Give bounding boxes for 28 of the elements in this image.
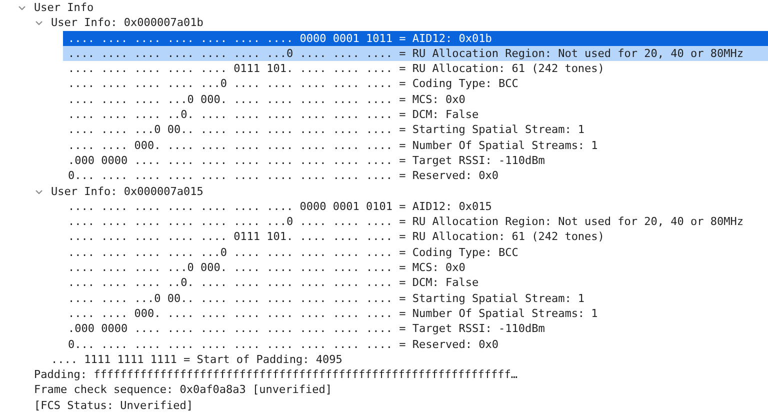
tree-item[interactable]: .... .... .... .... .... .... .... 0000 0001 0101 = AID12: 0x015 bbox=[63, 198, 768, 214]
tree-item[interactable]: .... .... 000. .... .... .... .... .... .... .... = Number Of Spatial Streams: 1 bbox=[63, 306, 768, 322]
tree-item[interactable]: .... .... .... ...0 000. .... .... .... .... .... = MCS: 0x0 bbox=[63, 92, 768, 108]
tree-item[interactable]: .000 0000 .... .... .... .... .... .... .... .... = Target RSSI: -110dBm bbox=[63, 321, 768, 337]
tree-item[interactable]: 0... .... .... .... .... .... .... .... .... .... = Reserved: 0x0 bbox=[63, 168, 768, 184]
tree-item[interactable]: .... .... .... .... .... .... ...0 .... .... .... = RU Allocation Region: Not used for 20, 40 or 80MHz bbox=[63, 46, 768, 62]
tree-item[interactable]: .... .... .... ..0. .... .... .... .... .... .... = DCM: False bbox=[63, 275, 768, 291]
tree-item[interactable]: .... .... .... .... .... 0111 101. .... .... .... = RU Allocation: 61 (242 tones) bbox=[63, 61, 768, 76]
tree-item[interactable]: .... .... .... .... ...0 .... .... .... .... .... = Coding Type: BCC bbox=[63, 244, 768, 260]
tree-item[interactable]: .... .... 000. .... .... .... .... .... .... .... = Number Of Spatial Streams: 1 bbox=[63, 138, 768, 153]
tree-item[interactable]: .... .... .... ...0 000. .... .... .... .... .... = MCS: 0x0 bbox=[63, 260, 768, 276]
tree-item[interactable]: .... .... ...0 00.. .... .... .... .... .... .... = Starting Spatial Stream: 1 bbox=[63, 122, 768, 138]
tree-item[interactable]: .... 1111 1111 1111 = Start of Padding: 4095 bbox=[46, 352, 768, 368]
tree-item[interactable]: .... .... .... .... .... 0111 101. .... .... .... = RU Allocation: 61 (242 tones) bbox=[63, 229, 768, 245]
tree-item[interactable]: .... .... .... ..0. .... .... .... .... .... .... = DCM: False bbox=[63, 107, 768, 122]
tree-item[interactable]: Padding: fffffffffffffffffffffffffffffffffffffffffffffffffffffffffffffff… bbox=[29, 367, 768, 382]
tree-item[interactable]: .... .... .... .... .... .... .... 0000 0001 1011 = AID12: 0x01b bbox=[63, 30, 768, 46]
tree-item[interactable]: [FCS Status: Unverified] bbox=[29, 398, 768, 413]
tree-item[interactable]: User Info bbox=[29, 0, 768, 16]
tree-item[interactable]: .... .... .... .... ...0 .... .... .... .... .... = Coding Type: BCC bbox=[63, 76, 768, 92]
tree-item[interactable]: .... .... .... .... .... .... ...0 .... .... .... = RU Allocation Region: Not used for 20, 40 or 80MHz bbox=[63, 214, 768, 230]
chevron-down-icon[interactable] bbox=[17, 3, 27, 13]
tree-item[interactable]: User Info: 0x000007a01b bbox=[46, 15, 768, 31]
tree-item[interactable]: User Info: 0x000007a015 bbox=[46, 184, 768, 199]
tree-item[interactable]: 0... .... .... .... .... .... .... .... .... .... = Reserved: 0x0 bbox=[63, 336, 768, 352]
tree-item[interactable]: .... .... ...0 00.. .... .... .... .... .... .... = Starting Spatial Stream: 1 bbox=[63, 290, 768, 306]
tree-item[interactable]: Frame check sequence: 0x0af0a8a3 [unverified] bbox=[29, 382, 768, 398]
tree-item[interactable]: .000 0000 .... .... .... .... .... .... .... .... = Target RSSI: -110dBm bbox=[63, 152, 768, 168]
